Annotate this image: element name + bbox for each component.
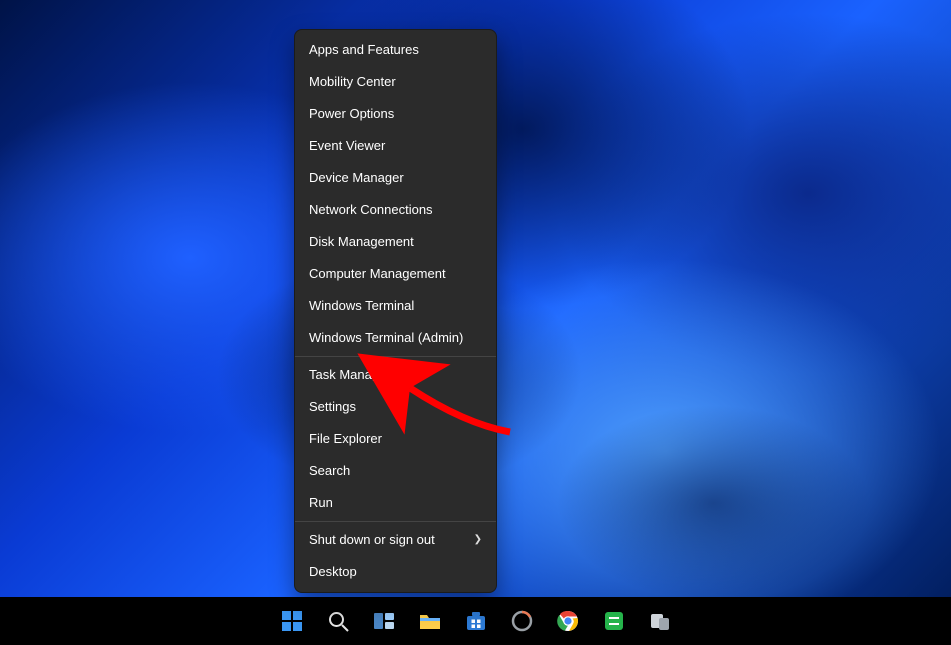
ctx-item-label: Event Viewer (309, 138, 385, 153)
ctx-item-windows-terminal-admin[interactable]: Windows Terminal (Admin) (295, 322, 496, 354)
ctx-item-power-options[interactable]: Power Options (295, 98, 496, 130)
ctx-item-label: Computer Management (309, 266, 446, 281)
ctx-item-label: Apps and Features (309, 42, 419, 57)
search-icon[interactable] (325, 608, 351, 634)
microsoft-store-icon[interactable] (463, 608, 489, 634)
ctx-item-label: Windows Terminal (309, 298, 414, 313)
ctx-item-settings[interactable]: Settings (295, 391, 496, 423)
ctx-item-label: Shut down or sign out (309, 532, 435, 547)
ctx-item-event-viewer[interactable]: Event Viewer (295, 130, 496, 162)
file-explorer-icon[interactable] (417, 608, 443, 634)
ctx-separator (295, 521, 496, 522)
start-icon[interactable] (279, 608, 305, 634)
ctx-item-label: Search (309, 463, 350, 478)
ctx-item-apps-and-features[interactable]: Apps and Features (295, 34, 496, 66)
ctx-separator (295, 356, 496, 357)
ctx-item-shut-down-or-sign-out[interactable]: Shut down or sign out ❯ (295, 524, 496, 556)
taskbar (0, 597, 951, 645)
ctx-item-computer-management[interactable]: Computer Management (295, 258, 496, 290)
ctx-item-label: Desktop (309, 564, 357, 579)
ctx-item-disk-management[interactable]: Disk Management (295, 226, 496, 258)
ctx-item-label: Task Manager (309, 367, 391, 382)
ctx-item-desktop[interactable]: Desktop (295, 556, 496, 588)
ctx-item-label: Device Manager (309, 170, 404, 185)
ctx-item-label: Disk Management (309, 234, 414, 249)
task-view-icon[interactable] (371, 608, 397, 634)
ctx-item-label: Network Connections (309, 202, 433, 217)
ctx-item-label: File Explorer (309, 431, 382, 446)
ctx-item-label: Run (309, 495, 333, 510)
chevron-right-icon: ❯ (474, 524, 482, 556)
ctx-item-device-manager[interactable]: Device Manager (295, 162, 496, 194)
ctx-item-label: Power Options (309, 106, 394, 121)
ctx-item-network-connections[interactable]: Network Connections (295, 194, 496, 226)
ctx-item-label: Windows Terminal (Admin) (309, 330, 463, 345)
app-generic-3-icon[interactable] (647, 608, 673, 634)
ctx-item-mobility-center[interactable]: Mobility Center (295, 66, 496, 98)
winx-context-menu: Apps and Features Mobility Center Power … (294, 29, 497, 593)
ctx-item-run[interactable]: Run (295, 487, 496, 519)
ctx-item-windows-terminal[interactable]: Windows Terminal (295, 290, 496, 322)
ctx-item-label: Settings (309, 399, 356, 414)
ctx-item-task-manager[interactable]: Task Manager (295, 359, 496, 391)
ctx-item-file-explorer[interactable]: File Explorer (295, 423, 496, 455)
chrome-icon[interactable] (555, 608, 581, 634)
app-generic-1-icon[interactable] (509, 608, 535, 634)
ctx-item-search[interactable]: Search (295, 455, 496, 487)
ctx-item-label: Mobility Center (309, 74, 396, 89)
app-generic-2-icon[interactable] (601, 608, 627, 634)
